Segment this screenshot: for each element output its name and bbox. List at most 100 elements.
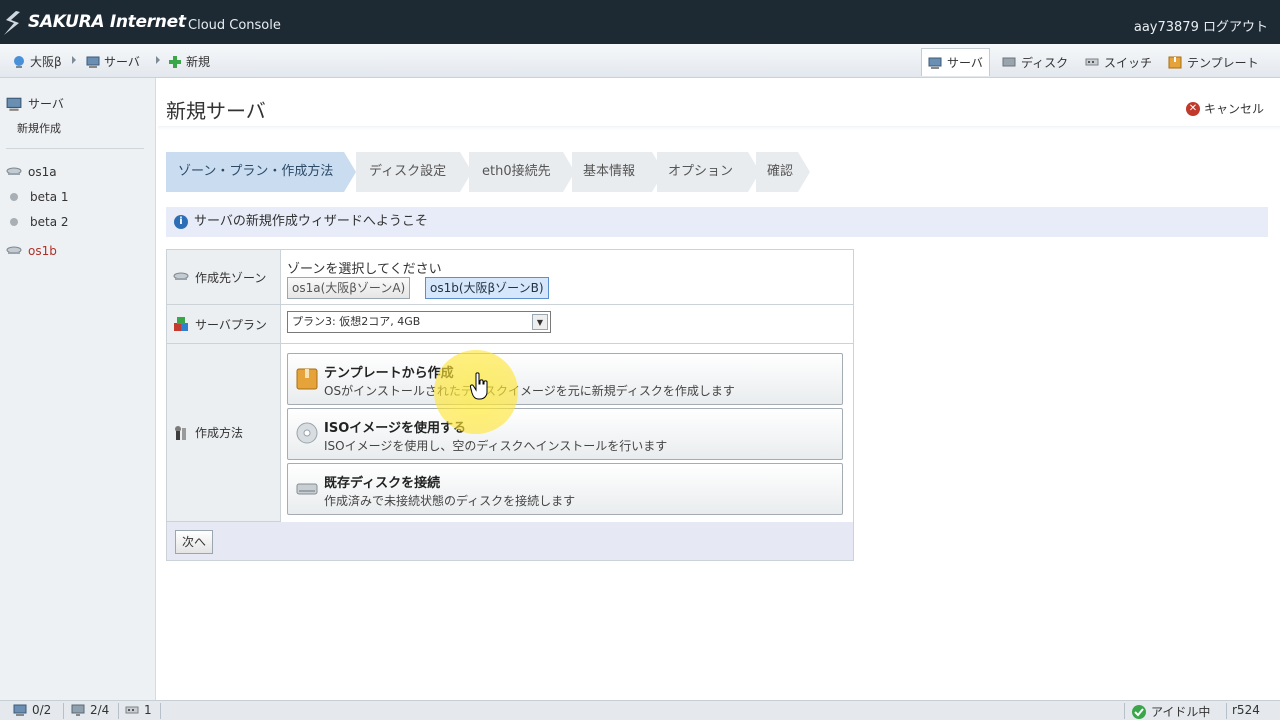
status-divider: [63, 703, 64, 719]
zone-label: 作成先ゾーン: [195, 270, 267, 285]
tab-template[interactable]: テンプレート: [1162, 48, 1265, 76]
zone-icon: [6, 167, 22, 175]
sakura-logo-icon: [4, 11, 20, 35]
zone-icon: [173, 272, 189, 280]
check-icon: [1132, 704, 1146, 719]
plan-select[interactable]: プラン3: 仮想2コア, 4GB ▼: [287, 311, 551, 333]
status-servers: 0/2: [12, 703, 51, 717]
cancel-label: キャンセル: [1203, 102, 1264, 116]
wizard-step-zone[interactable]: ゾーン・プラン・作成方法: [166, 152, 356, 192]
zone-os1a-button[interactable]: os1a(大阪βゾーンA): [287, 277, 411, 299]
nav-bar: 大阪β サーバ 新規 サーバ ディスク スイッチ テンプレート: [0, 44, 1280, 78]
zone-label-cell: 作成先ゾーン: [167, 250, 281, 305]
server-icon: [86, 56, 100, 68]
status-servers-value: 0/2: [32, 703, 52, 717]
status-divider: [1124, 703, 1125, 719]
breadcrumb-zone-label: 大阪β: [30, 55, 62, 69]
box-icon: [1168, 56, 1182, 69]
wizard-step-option[interactable]: オプション: [657, 152, 760, 192]
breadcrumb-server-label: サーバ: [104, 55, 140, 69]
server-form: 作成先ゾーン ゾーンを選択してください os1a(大阪βゾーンA) os1b(大…: [166, 249, 854, 561]
tab-server[interactable]: サーバ: [921, 48, 990, 76]
tab-switch-label: スイッチ: [1104, 55, 1153, 70]
sidebar-item-new-label: 新規作成: [17, 122, 61, 135]
app-header: SAKURA Internet Cloud Console aay73879 ロ…: [0, 0, 1280, 44]
method-existing-disk-desc: 作成済みで未接続状態のディスクを接続します: [324, 494, 576, 508]
zone-os1b-button[interactable]: os1b(大阪βゾーンB): [425, 277, 549, 299]
sidebar-section-server[interactable]: サーバ: [6, 95, 64, 112]
breadcrumb-new-label: 新規: [186, 55, 211, 69]
plan-label-cell: サーバプラン: [167, 305, 281, 344]
sidebar-item-label: beta 1: [30, 190, 69, 204]
wizard-step-eth0[interactable]: eth0接続先: [469, 152, 575, 192]
method-template-desc: OSがインストールされたディスクイメージを元に新規ディスクを作成します: [324, 384, 735, 398]
sidebar-item-label: beta 2: [30, 215, 69, 229]
sidebar-item-os1b[interactable]: os1b: [6, 244, 57, 258]
server-icon: [13, 704, 27, 716]
method-label-cell: 作成方法: [167, 344, 281, 522]
method-template-button[interactable]: テンプレートから作成 OSがインストールされたディスクイメージを元に新規ディスク…: [287, 353, 843, 405]
server-icon: [6, 97, 22, 111]
status-divider: [1226, 703, 1227, 719]
disk-icon: [1002, 57, 1016, 67]
sidebar-item-beta2[interactable]: beta 2: [10, 215, 69, 229]
breadcrumb-server[interactable]: サーバ: [86, 53, 140, 70]
status-dot-icon: [10, 218, 18, 226]
status-divider: [160, 703, 161, 719]
sidebar-item-label: os1a: [28, 165, 57, 179]
breadcrumb-separator: [72, 56, 76, 64]
box-icon: [296, 368, 318, 390]
wizard-step-basic[interactable]: 基本情報: [572, 152, 664, 192]
form-footer: 次へ: [167, 522, 853, 560]
logout-link[interactable]: ログアウト: [1203, 20, 1268, 35]
breadcrumb-zone[interactable]: 大阪β: [12, 53, 62, 70]
title-divider: [158, 126, 1280, 130]
info-banner: i サーバの新規作成ウィザードへようこそ: [166, 207, 1268, 237]
row-divider: [281, 343, 853, 344]
zone-prompt: ゾーンを選択してください: [287, 262, 442, 277]
method-iso-title: ISOイメージを使用する: [324, 421, 466, 436]
brand-name: SAKURA Internet: [28, 12, 186, 32]
sidebar-section-label: サーバ: [28, 97, 64, 111]
status-bar: 0/2 2/4 1 アイドル中 r524: [0, 700, 1280, 720]
cancel-button[interactable]: ✕ キャンセル: [1185, 100, 1264, 117]
status-revision-text: r524: [1232, 703, 1260, 717]
status-vms-value: 2/4: [90, 703, 110, 717]
method-existing-disk-button[interactable]: 既存ディスクを接続 作成済みで未接続状態のディスクを接続します: [287, 463, 843, 515]
sidebar-item-new[interactable]: 新規作成: [17, 120, 61, 136]
status-vms: 2/4: [70, 703, 109, 717]
sidebar-divider: [6, 148, 144, 149]
tab-switch[interactable]: スイッチ: [1079, 48, 1158, 76]
disk-icon: [296, 483, 318, 495]
wizard-step-confirm[interactable]: 確認: [756, 152, 810, 192]
tab-disk[interactable]: ディスク: [996, 48, 1074, 76]
sidebar-item-label: os1b: [28, 244, 57, 258]
user-id: aay73879: [1133, 20, 1199, 35]
method-iso-button[interactable]: ISOイメージを使用する ISOイメージを使用し、空のディスクへインストールを行…: [287, 408, 843, 460]
status-switches: 1: [124, 703, 152, 717]
server-icon: [928, 57, 942, 69]
breadcrumb-new[interactable]: 新規: [168, 53, 210, 70]
method-iso-desc: ISOイメージを使用し、空のディスクへインストールを行います: [324, 439, 668, 453]
close-icon: ✕: [1185, 101, 1200, 116]
breadcrumb-separator: [156, 56, 160, 64]
tab-template-label: テンプレート: [1187, 55, 1259, 70]
status-dot-icon: [10, 193, 18, 201]
switch-icon: [125, 706, 139, 714]
switch-icon: [1085, 58, 1099, 66]
sidebar-item-os1a[interactable]: os1a: [6, 165, 57, 179]
next-button[interactable]: 次へ: [175, 530, 214, 554]
wizard-step-disk[interactable]: ディスク設定: [356, 152, 472, 192]
sidebar-item-beta1[interactable]: beta 1: [10, 190, 69, 204]
info-text: サーバの新規作成ウィザードへようこそ: [194, 214, 428, 229]
plan-label: サーバプラン: [195, 317, 267, 332]
globe-icon: [14, 55, 24, 68]
user-area: aay73879 ログアウト: [1134, 16, 1268, 35]
method-existing-disk-title: 既存ディスクを接続: [324, 476, 441, 491]
status-idle-text: アイドル中: [1151, 705, 1211, 719]
page-title: 新規サーバ: [166, 99, 266, 123]
chevron-down-icon[interactable]: ▼: [532, 314, 548, 330]
plus-icon: [169, 55, 181, 68]
sidebar: サーバ 新規作成 os1a beta 1 beta 2 os1b: [0, 78, 156, 700]
plan-select-value: プラン3: 仮想2コア, 4GB: [292, 315, 421, 328]
